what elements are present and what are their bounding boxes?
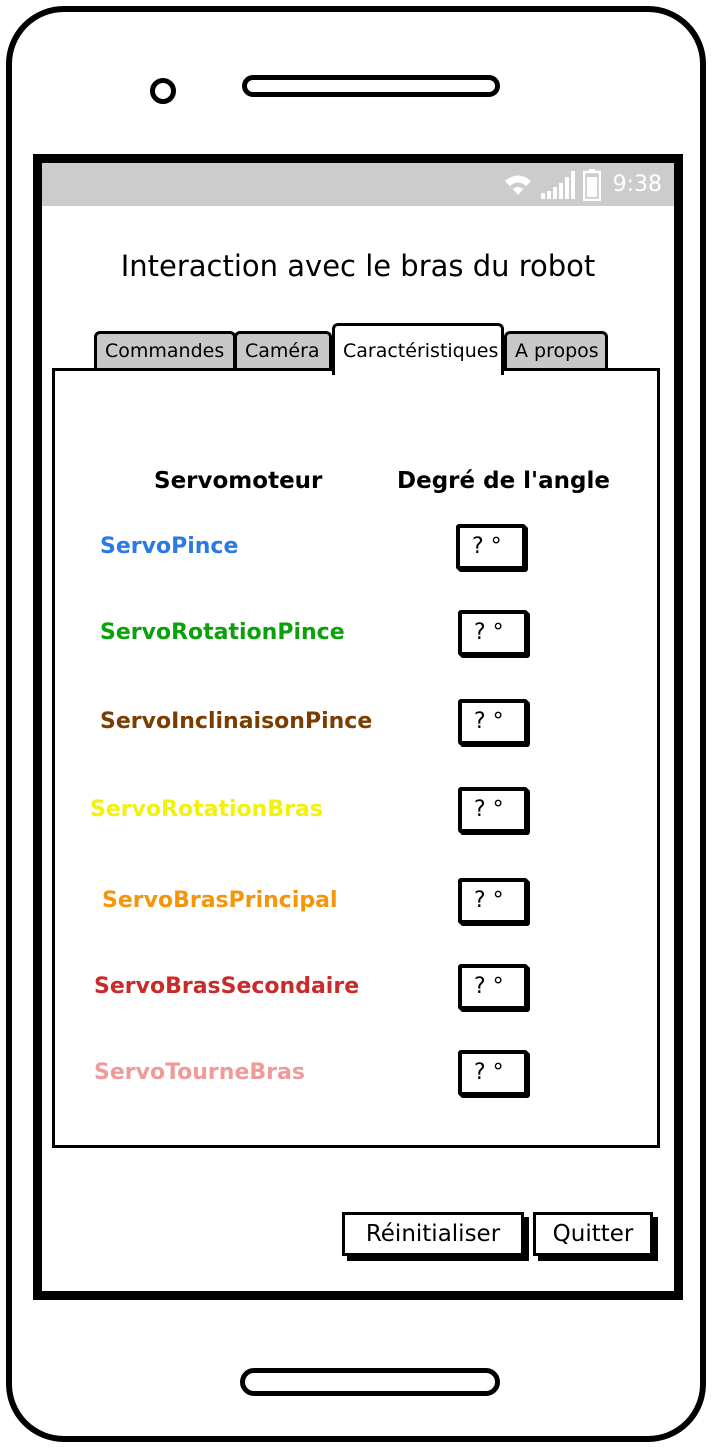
servo-label-rotation-bras: ServoRotationBras: [90, 797, 323, 822]
angle-value-rotation-bras: ? °: [458, 787, 528, 833]
tab-a-propos[interactable]: A propos: [504, 331, 608, 371]
front-camera: [150, 78, 176, 104]
quit-button[interactable]: Quitter: [533, 1212, 653, 1256]
angle-value-bras-secondaire: ? °: [458, 964, 528, 1010]
signal-icon: [540, 170, 575, 199]
column-header-angle: Degré de l'angle: [397, 468, 610, 494]
servo-label-rotation-pince: ServoRotationPince: [100, 620, 345, 645]
wifi-icon: [503, 173, 533, 197]
page-title: Interaction avec le bras du robot: [120, 249, 596, 283]
servo-label-inclinaison-pince: ServoInclinaisonPince: [100, 709, 373, 734]
angle-value-inclinaison-pince: ? °: [458, 699, 528, 745]
screen: 9:38 Interaction avec le bras du robot C…: [33, 154, 683, 1300]
angle-value-bras-principal: ? °: [458, 878, 528, 924]
battery-icon: [582, 168, 601, 201]
column-header-servomoteur: Servomoteur: [154, 468, 323, 494]
earpiece-speaker: [242, 75, 500, 97]
clock: 9:38: [612, 172, 662, 197]
angle-value-pince: ? °: [456, 524, 526, 570]
tab-caracteristiques[interactable]: Caractéristiques: [332, 323, 504, 375]
angle-value-rotation-pince: ? °: [458, 610, 528, 656]
tab-camera[interactable]: Caméra: [234, 331, 332, 371]
servo-label-tourne-bras: ServoTourneBras: [94, 1060, 305, 1085]
tab-panel-caracteristiques: Servomoteur Degré de l'angle ServoPince …: [52, 368, 660, 1148]
servo-label-pince: ServoPince: [100, 534, 239, 559]
reset-button[interactable]: Réinitialiser: [342, 1212, 524, 1256]
angle-value-tourne-bras: ? °: [458, 1050, 528, 1096]
status-bar: 9:38: [42, 163, 674, 206]
servo-label-bras-principal: ServoBrasPrincipal: [102, 888, 338, 913]
tab-commandes[interactable]: Commandes: [94, 331, 236, 371]
home-button[interactable]: [240, 1368, 500, 1396]
servo-label-bras-secondaire: ServoBrasSecondaire: [94, 974, 360, 999]
